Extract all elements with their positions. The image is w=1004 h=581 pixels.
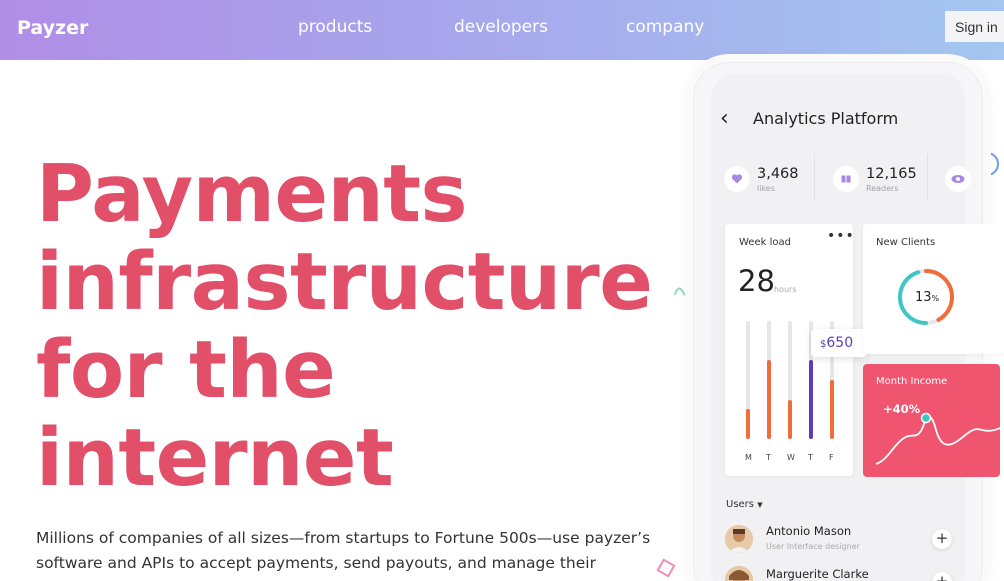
- day-label: F: [829, 453, 834, 462]
- bar-fill: [809, 360, 813, 439]
- day-label: M: [745, 453, 752, 462]
- week-load-unit: hours: [774, 285, 797, 294]
- readers-count: 12,165: [866, 166, 917, 182]
- readers-label: Readers: [866, 184, 899, 193]
- new-clients-unit: %: [931, 294, 940, 303]
- new-clients-value: 13%: [915, 290, 939, 305]
- users-label: Users: [726, 499, 755, 510]
- hero-title-line: internet: [36, 412, 394, 504]
- bar-fill: [788, 400, 792, 439]
- likes-count: 3,468: [757, 166, 799, 182]
- value-tooltip: $650: [811, 329, 867, 357]
- nav-developers[interactable]: developers: [454, 17, 548, 37]
- app-title: Analytics Platform: [753, 109, 899, 128]
- likes-label: likes: [757, 184, 775, 193]
- top-nav-bar: Payzer products developers company Sign …: [0, 0, 1004, 60]
- tooltip-value: 650: [826, 335, 854, 351]
- month-income-title: Month Income: [876, 376, 948, 387]
- user-name: Antonio Mason: [766, 524, 852, 538]
- book-icon: [833, 166, 859, 192]
- hero-description-line: software and APIs to accept payments, se…: [36, 554, 596, 572]
- hero-title-line: Payments: [36, 148, 468, 240]
- nav-products[interactable]: products: [298, 17, 372, 37]
- stats-divider: [927, 154, 928, 200]
- hero-title-line: for the: [36, 324, 336, 416]
- month-income-line: [875, 412, 1001, 465]
- income-marker: [920, 412, 932, 424]
- eye-icon: [945, 166, 971, 192]
- user-role: User Interface designer: [766, 542, 860, 551]
- hero-title-line: infrastructure: [36, 236, 653, 328]
- heart-icon: [724, 166, 750, 192]
- user-name: Marguerite Clarke: [766, 567, 869, 581]
- hero-description-line: Millions of companies of all sizes—from …: [36, 529, 651, 547]
- hero-description: Millions of companies of all sizes—from …: [36, 526, 676, 576]
- avatar[interactable]: [725, 525, 753, 553]
- new-clients-number: 13: [915, 290, 932, 305]
- logo[interactable]: Payzer: [17, 17, 88, 39]
- add-user-button[interactable]: +: [932, 529, 952, 549]
- caret-down-icon: ▼: [757, 501, 763, 509]
- stats-divider: [814, 154, 815, 200]
- bar-fill: [746, 409, 750, 439]
- users-dropdown[interactable]: Users ▼: [726, 499, 763, 510]
- day-label: T: [766, 453, 771, 462]
- new-clients-title: New Clients: [876, 237, 936, 248]
- nav-company[interactable]: company: [626, 17, 704, 37]
- day-label: W: [787, 453, 795, 462]
- chevron-left-icon[interactable]: ‹: [720, 106, 729, 131]
- sign-in-button[interactable]: Sign in: [945, 11, 1004, 42]
- day-label: T: [808, 453, 813, 462]
- week-load-title: Week load: [739, 237, 791, 248]
- hero-title: Payments infrastructure for the internet: [36, 150, 676, 502]
- bar-fill: [767, 360, 771, 439]
- week-load-hours: 28: [738, 264, 775, 298]
- more-horizontal-icon[interactable]: •••: [827, 228, 855, 244]
- bar-fill: [830, 380, 834, 439]
